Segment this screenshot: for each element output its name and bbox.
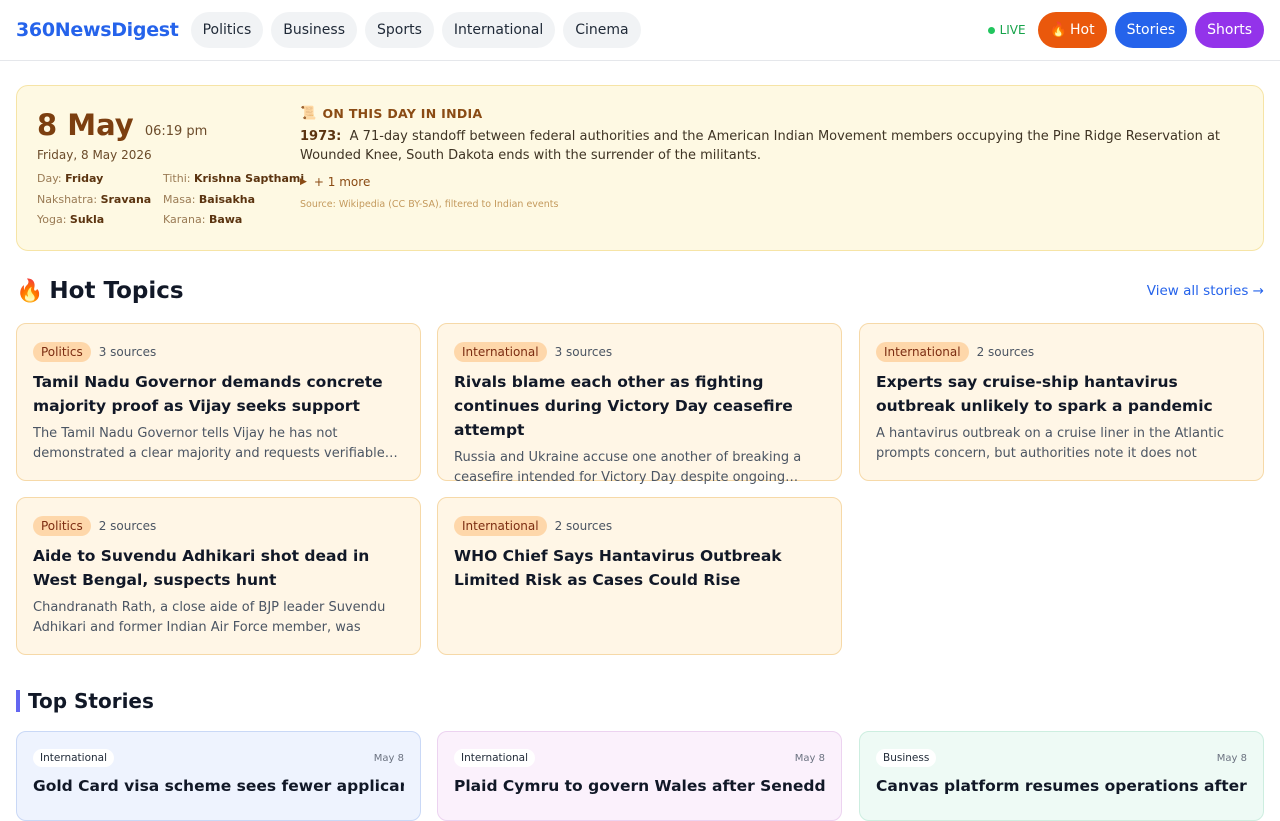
category-tag: International [454, 342, 547, 362]
panchang-masa: Masa: Baisakha [163, 193, 256, 206]
story-title: Canvas platform resumes operations after [876, 777, 1247, 795]
story-card[interactable]: International May 8 Gold Card visa scheme… [16, 731, 421, 821]
on-this-day-event: 1973: A 71-day standoff between federal … [300, 127, 1250, 165]
date-full: Friday, 8 May 2026 [37, 148, 152, 162]
hot-label: Hot [1070, 22, 1095, 38]
hot-topics-heading: 🔥 Hot Topics [16, 278, 184, 304]
nav-sports[interactable]: Sports [365, 12, 434, 48]
panchang-karana: Karana: Bawa [163, 213, 243, 226]
hot-topic-card[interactable]: Politics 3 sources Tamil Nadu Governor de… [16, 323, 421, 481]
category-tag: Politics [33, 516, 91, 536]
source-count: 3 sources [554, 345, 613, 359]
site-header: 360NewsDigest Politics Business Sports I… [0, 0, 1280, 61]
on-this-day-content: 📜 ON THIS DAY IN INDIA 1973: A 71-day st… [300, 106, 1250, 210]
on-this-day-panel: 8 May 06:19 pm Friday, 8 May 2026 Day: F… [16, 85, 1264, 251]
hot-topic-card[interactable]: Politics 2 sources Aide to Suvendu Adhika… [16, 497, 421, 655]
panchang-nakshatra: Nakshatra: Sravana [37, 193, 152, 206]
source-count: 2 sources [98, 519, 157, 533]
stories-button[interactable]: Stories [1114, 12, 1188, 48]
more-label: + 1 more [313, 175, 371, 189]
card-title: Rivals blame each other as fighting cont… [454, 373, 793, 439]
fire-icon: 🔥 [1049, 22, 1068, 38]
card-description: Chandranath Rath, a close aide of BJP le… [33, 600, 386, 635]
category-tag: International [454, 516, 547, 536]
nav-international[interactable]: International [441, 12, 556, 48]
header-actions: LIVE 🔥 Hot Stories Shorts [987, 12, 1264, 48]
live-dot-icon [987, 26, 995, 34]
more-events-toggle[interactable]: ▶ + 1 more [300, 175, 1250, 189]
live-indicator: LIVE [987, 23, 1026, 37]
story-date: May 8 [373, 752, 404, 764]
nav-cinema[interactable]: Cinema [563, 12, 641, 48]
card-title: WHO Chief Says Hantavirus Outbreak Limit… [454, 547, 782, 589]
hot-topic-card[interactable]: International 2 sources WHO Chief Says Ha… [437, 497, 842, 655]
current-time: 06:19 pm [144, 124, 208, 139]
date-block: 8 May 06:19 pm Friday, 8 May 2026 Day: F… [37, 108, 304, 226]
nav-business[interactable]: Business [271, 12, 357, 48]
card-title: Aide to Suvendu Adhikari shot dead in We… [33, 547, 370, 589]
hot-button[interactable]: 🔥 Hot [1037, 12, 1107, 48]
panchang-yoga: Yoga: Sukla [37, 213, 105, 226]
category-tag: International [33, 749, 115, 767]
source-count: 2 sources [554, 519, 613, 533]
on-this-day-heading: 📜 ON THIS DAY IN INDIA [300, 106, 483, 121]
story-date: May 8 [794, 752, 825, 764]
fire-icon: 🔥 [16, 278, 44, 304]
story-card[interactable]: International May 8 Plaid Cymru to govern… [437, 731, 842, 821]
story-title: Plaid Cymru to govern Wales after Senedd [454, 777, 825, 795]
category-tag: Politics [33, 342, 91, 362]
story-title: Gold Card visa scheme sees fewer applica… [33, 777, 404, 795]
card-title: Experts say cruise-ship hantavirus outbr… [876, 373, 1213, 415]
scroll-icon: 📜 [300, 106, 317, 121]
hot-topic-card[interactable]: International 2 sources Experts say cruis… [859, 323, 1264, 481]
top-stories-heading: Top Stories [16, 690, 154, 712]
site-logo[interactable]: 360NewsDigest [16, 19, 179, 41]
view-all-stories-link[interactable]: View all stories → [1147, 283, 1264, 299]
event-year: 1973: [300, 129, 342, 144]
source-count: 3 sources [98, 345, 157, 359]
live-label: LIVE [999, 23, 1026, 37]
source-count: 2 sources [976, 345, 1035, 359]
hot-topics-section: 🔥 Hot Topics View all stories → [16, 278, 1264, 304]
event-text: A 71-day standoff between federal author… [300, 129, 1221, 163]
nav-politics[interactable]: Politics [190, 12, 264, 48]
category-tag: Business [876, 749, 937, 767]
card-title: Tamil Nadu Governor demands concrete maj… [33, 373, 383, 415]
card-description: The Tamil Nadu Governor tells Vijay he h… [33, 426, 398, 461]
story-card[interactable]: Business May 8 Canvas platform resumes op… [859, 731, 1264, 821]
card-description: Russia and Ukraine accuse one another of… [454, 450, 802, 485]
category-tag: International [454, 749, 536, 767]
story-date: May 8 [1216, 752, 1247, 764]
panchang-tithi: Tithi: Krishna Sapthami [163, 172, 305, 185]
card-description: A hantavirus outbreak on a cruise liner … [876, 426, 1225, 461]
category-nav: Politics Business Sports International C… [190, 12, 641, 48]
source-note: Source: Wikipedia (CC BY-SA), filtered t… [300, 199, 559, 210]
triangle-right-icon: ▶ [300, 177, 307, 187]
shorts-button[interactable]: Shorts [1195, 12, 1264, 48]
category-tag: International [876, 342, 969, 362]
hot-topic-card[interactable]: International 3 sources Rivals blame each… [437, 323, 842, 485]
panchang-day: Day: Friday [37, 172, 104, 185]
date-short: 8 May [37, 108, 134, 142]
